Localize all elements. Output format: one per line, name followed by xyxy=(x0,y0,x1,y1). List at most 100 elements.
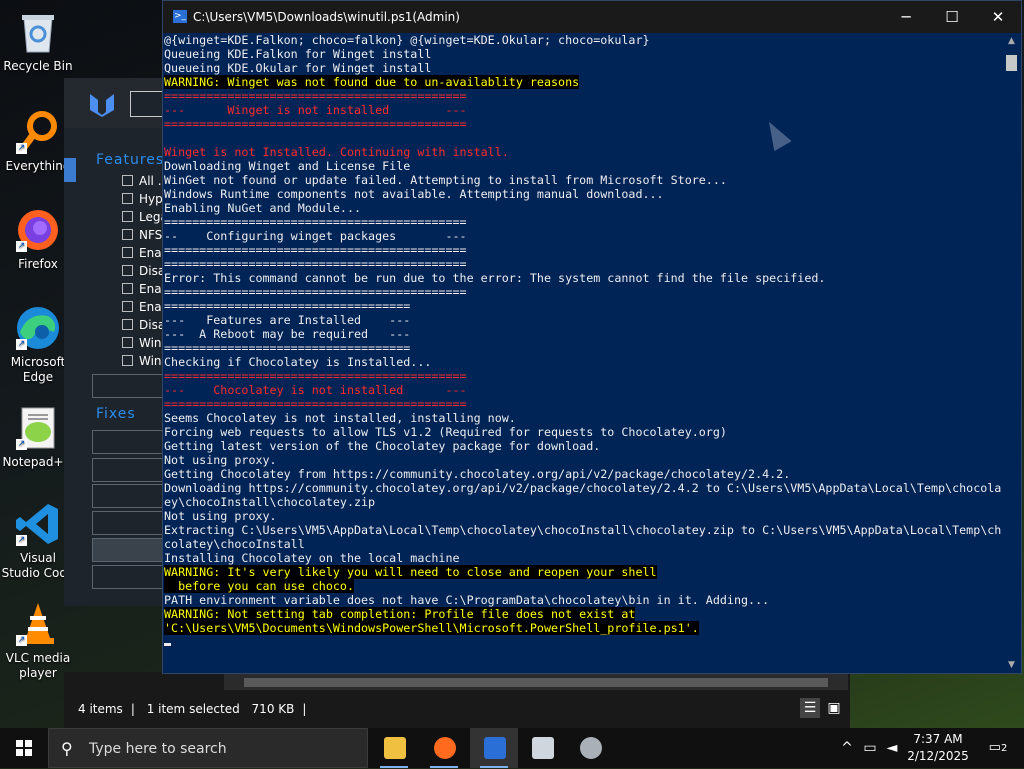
console-line: Not using proxy. xyxy=(164,453,277,467)
selection-count: 1 item selected xyxy=(146,702,240,716)
console-line: ========================================… xyxy=(164,243,467,257)
file-explorer-window[interactable]: 4 items | 1 item selected 710 KB | ☰ ▣ xyxy=(64,672,850,728)
console-line: PATH environment variable does not have … xyxy=(164,593,770,607)
console-error-line: ========================================… xyxy=(164,369,467,383)
console-line: Checking if Chocolatey is Installed... xyxy=(164,355,432,369)
firefox-icon: ↗ xyxy=(14,206,62,254)
scroll-down-icon[interactable]: ▼ xyxy=(1003,657,1020,673)
scroll-up-icon[interactable]: ▲ xyxy=(1003,33,1020,49)
console-prompt[interactable] xyxy=(164,635,1002,649)
taskbar-network-app[interactable] xyxy=(518,728,566,768)
console-warning-line: 'C:\Users\VM5\Documents\WindowsPowerShel… xyxy=(164,621,699,635)
taskbar-powershell[interactable] xyxy=(470,728,518,768)
clock-time: 7:37 AM xyxy=(913,732,963,746)
console-line: Queueing KDE.Okular for Winget install xyxy=(164,61,432,75)
feature-checkbox[interactable]: Disa xyxy=(122,318,165,334)
console-line: Seems Chocolatey is not installed, insta… xyxy=(164,411,516,425)
show-hidden-icons-icon[interactable]: ^ xyxy=(838,728,856,768)
feature-checkbox[interactable]: Disa xyxy=(122,264,165,280)
notification-center-icon[interactable]: ▭2 xyxy=(980,728,1016,768)
everything-search-icon: ↗ xyxy=(14,108,62,156)
console-line: -- Configuring winget packages --- xyxy=(164,229,467,243)
console-line: Enabling NuGet and Module... xyxy=(164,201,362,215)
firefox-icon xyxy=(434,737,456,759)
console-line: Extracting C:\Users\VM5\AppData\Local\Te… xyxy=(164,523,1002,537)
details-view-icon[interactable]: ☰ xyxy=(800,698,820,718)
console-line: Queueing KDE.Falkon for Winget install xyxy=(164,47,432,61)
console-error-line: ========================================… xyxy=(164,89,467,103)
console-line: Downloading https://community.chocolatey… xyxy=(164,481,1002,495)
console-line: @{winget=KDE.Falkon; choco=falkon} @{win… xyxy=(164,33,650,47)
desktop-icon-recycle-bin[interactable]: Recycle Bin xyxy=(0,8,76,74)
notepadpp-icon: ↗ xyxy=(14,404,62,452)
fixes-header: Fixes xyxy=(96,406,136,422)
status-bar: 4 items | 1 item selected 710 KB | xyxy=(78,702,307,716)
console-warning-line: WARNING: It's very likely you will need … xyxy=(164,565,657,579)
recycle-bin-icon xyxy=(14,8,62,56)
feature-checkbox[interactable]: NFS xyxy=(122,228,162,244)
console-line: ========================================… xyxy=(164,215,467,229)
taskbar-search-box[interactable]: ⚲ Type here to search xyxy=(48,728,368,768)
console-line: Forcing web requests to allow TLS v1.2 (… xyxy=(164,425,727,439)
taskbar-firefox[interactable] xyxy=(420,728,468,768)
console-line: Getting latest version of the Chocolatey… xyxy=(164,439,601,453)
vlc-icon: ↗ xyxy=(14,600,62,648)
text-cursor xyxy=(164,643,171,646)
file-explorer-icon xyxy=(384,737,406,759)
taskbar: ⚲ Type here to search ^ ▭ ◄ 7:37 AM 2/12… xyxy=(0,728,1024,768)
window-title: C:\Users\VM5\Downloads\winutil.ps1(Admin… xyxy=(193,10,460,24)
desktop-icon-vlc[interactable]: ↗ VLC media player xyxy=(0,600,76,681)
clock[interactable]: 7:37 AM 2/12/2025 xyxy=(902,731,974,765)
winutil-scrollbar[interactable] xyxy=(64,158,76,182)
console-error-line: --- Winget is not installed --- xyxy=(164,103,467,117)
scrollbar-thumb[interactable] xyxy=(244,678,828,687)
search-icon: ⚲ xyxy=(61,739,73,758)
console-line: --- Features are Installed --- xyxy=(164,313,411,327)
console-line: =================================== xyxy=(164,299,411,313)
title-bar[interactable]: >_ C:\Users\VM5\Downloads\winutil.ps1(Ad… xyxy=(163,1,1021,33)
vertical-scrollbar[interactable]: ▲ ▼ xyxy=(1003,33,1020,673)
close-button[interactable]: ✕ xyxy=(975,1,1021,33)
powershell-window[interactable]: >_ C:\Users\VM5\Downloads\winutil.ps1(Ad… xyxy=(162,0,1022,674)
notification-count: 2 xyxy=(1000,743,1008,754)
tiles-view-icon[interactable]: ▣ xyxy=(824,698,844,718)
mouse-icon xyxy=(580,737,602,759)
feature-checkbox[interactable]: Lega xyxy=(122,210,168,226)
console-line: ========================================… xyxy=(164,257,467,271)
console-line: colatey\chocoInstall xyxy=(164,537,305,551)
volume-muted-icon[interactable]: ◄ xyxy=(882,728,902,768)
console-line: Downloading Winget and License File xyxy=(164,159,411,173)
vscode-icon: ↗ xyxy=(14,500,62,548)
minimize-button[interactable]: ─ xyxy=(883,1,929,33)
console-error-line: --- Chocolatey is not installed --- xyxy=(164,383,467,397)
taskbar-mouse-app[interactable] xyxy=(566,728,614,768)
maximize-button[interactable]: ☐ xyxy=(929,1,975,33)
powershell-icon xyxy=(484,737,506,759)
console-line: Installing Chocolatey on the local machi… xyxy=(164,551,460,565)
console-output[interactable]: @{winget=KDE.Falkon; choco=falkon} @{win… xyxy=(164,33,1002,663)
console-line: WinGet not found or update failed. Attem… xyxy=(164,173,727,187)
selection-size: 710 KB xyxy=(251,702,295,716)
console-line: =================================== xyxy=(164,341,411,355)
winutil-logo-icon xyxy=(88,92,116,118)
features-header: Features xyxy=(96,152,165,168)
taskbar-file-explorer[interactable] xyxy=(370,728,418,768)
network-control-icon xyxy=(532,737,554,759)
scrollbar-thumb[interactable] xyxy=(1006,55,1017,71)
console-line: ey\chocoInstall\chocolatey.zip xyxy=(164,495,376,509)
desktop-icon-label: Recycle Bin xyxy=(3,59,73,73)
console-line: Getting Chocolatey from https://communit… xyxy=(164,467,791,481)
horizontal-scrollbar[interactable] xyxy=(224,674,848,690)
console-line: Error: This command cannot be run due to… xyxy=(164,271,826,285)
item-count: 4 items xyxy=(78,702,123,716)
start-button[interactable] xyxy=(0,728,48,768)
console-error-line: ========================================… xyxy=(164,397,467,411)
console-warning-line: before you can use choco. xyxy=(164,579,354,593)
network-icon[interactable]: ▭ xyxy=(860,728,880,768)
feature-label: NFS xyxy=(139,228,163,242)
clock-date: 2/12/2025 xyxy=(907,749,969,763)
console-warning-line: WARNING: Not setting tab completion: Pro… xyxy=(164,607,636,621)
edge-icon: ↗ xyxy=(14,304,62,352)
console-line: --- A Reboot may be required --- xyxy=(164,327,411,341)
